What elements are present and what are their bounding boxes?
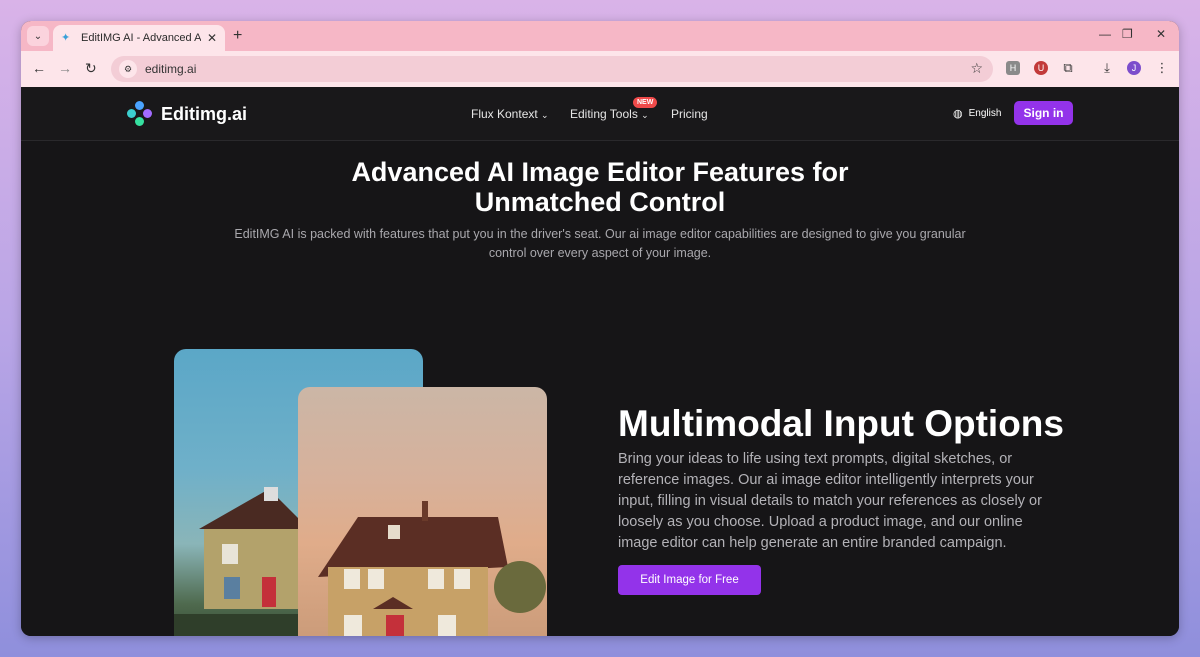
- feature-title: Multimodal Input Options: [618, 403, 1064, 444]
- site-logo[interactable]: Editimg.ai: [127, 101, 247, 127]
- chevron-down-icon: ⌄: [641, 110, 649, 120]
- download-icon[interactable]: ⤓: [1100, 60, 1114, 75]
- new-tab-icon[interactable]: +: [233, 27, 242, 45]
- reload-icon[interactable]: ↻: [85, 60, 97, 77]
- address-bar[interactable]: ⚙ editimg.ai ☆: [111, 56, 993, 82]
- window-close-icon[interactable]: ✕: [1156, 27, 1166, 41]
- bookmark-star-icon[interactable]: ☆: [970, 60, 983, 77]
- nav-pricing[interactable]: Pricing: [671, 107, 708, 121]
- globe-icon: ◍: [953, 108, 963, 120]
- language-selector[interactable]: ◍ English: [953, 107, 1001, 120]
- browser-tab[interactable]: ✦ EditIMG AI - Advanced AI Imag ✕: [53, 25, 225, 51]
- forward-icon[interactable]: →: [58, 60, 72, 76]
- extensions-puzzle-icon[interactable]: ⧉: [1061, 60, 1075, 75]
- profile-avatar[interactable]: J: [1127, 61, 1141, 75]
- example-image-edited: [298, 387, 547, 636]
- tab-search-button[interactable]: ⌄: [27, 26, 49, 46]
- url-text: editimg.ai: [145, 62, 197, 76]
- nav-editing-tools[interactable]: Editing Tools ⌄: [570, 107, 649, 121]
- tab-title: EditIMG AI - Advanced AI Imag: [81, 32, 201, 44]
- web-page: Editimg.ai Flux Kontext ⌄ Editing Tools …: [21, 87, 1179, 636]
- extension-h-icon[interactable]: H: [1006, 61, 1020, 75]
- hero-title: Advanced AI Image Editor Features for Un…: [351, 157, 849, 217]
- restore-icon[interactable]: ❐: [1122, 27, 1133, 41]
- new-badge: NEW: [633, 97, 658, 108]
- more-menu-icon[interactable]: ⋮: [1155, 60, 1169, 75]
- back-icon[interactable]: ←: [32, 60, 46, 76]
- feature-description: Bring your ideas to life using text prom…: [618, 451, 1042, 551]
- site-header: Editimg.ai Flux Kontext ⌄ Editing Tools …: [21, 87, 1179, 141]
- tab-close-icon[interactable]: ✕: [207, 31, 217, 45]
- chevron-down-icon: ⌄: [541, 110, 549, 120]
- tab-strip: ⌄ ✦ EditIMG AI - Advanced AI Imag ✕ + — …: [21, 21, 1179, 51]
- logo-mark-icon: [127, 101, 153, 127]
- browser-window: ⌄ ✦ EditIMG AI - Advanced AI Imag ✕ + — …: [21, 21, 1179, 636]
- extension-shield-icon[interactable]: U: [1034, 61, 1048, 75]
- minimize-icon[interactable]: —: [1099, 27, 1111, 41]
- edit-image-free-button[interactable]: Edit Image for Free: [618, 565, 761, 595]
- browser-toolbar: ← → ↻ ⚙ editimg.ai ☆ H U ⧉ ⤓ J ⋮: [21, 51, 1179, 87]
- chevron-down-icon: ⌄: [33, 30, 43, 42]
- sign-in-button[interactable]: Sign in: [1014, 101, 1073, 125]
- logo-text: Editimg.ai: [161, 103, 248, 124]
- hero-subtitle: EditIMG AI is packed with features that …: [234, 227, 966, 260]
- favicon-icon: ✦: [61, 32, 71, 44]
- nav-flux-kontext[interactable]: Flux Kontext ⌄: [471, 107, 549, 121]
- site-info-icon[interactable]: ⚙: [119, 60, 137, 78]
